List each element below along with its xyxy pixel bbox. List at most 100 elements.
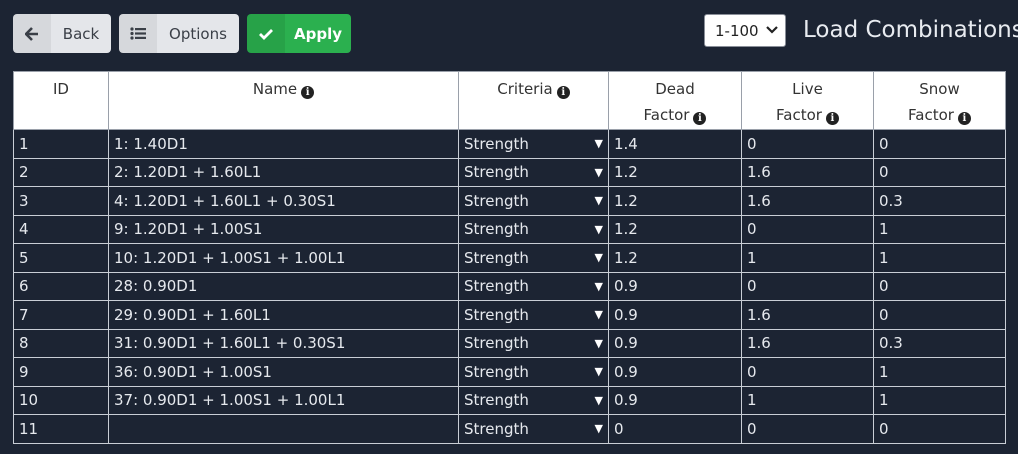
- criteria-select[interactable]: Strength ▼: [458, 186, 609, 216]
- column-header-snow-factor[interactable]: Snow Factor i: [873, 71, 1006, 130]
- cell-id[interactable]: 7: [13, 300, 109, 330]
- criteria-select-value: Strength: [464, 191, 529, 210]
- cell-snow-factor[interactable]: 1: [873, 385, 1006, 415]
- cell-name[interactable]: 2: 1.20D1 + 1.60L1: [108, 157, 459, 187]
- cell-snow-factor[interactable]: 1: [873, 214, 1006, 244]
- column-header-criteria[interactable]: Criteria i: [458, 71, 609, 130]
- info-icon[interactable]: i: [693, 112, 707, 125]
- criteria-select[interactable]: Strength ▼: [458, 385, 609, 415]
- cell-name[interactable]: 10: 1.20D1 + 1.00S1 + 1.00L1: [108, 243, 459, 273]
- column-header-id[interactable]: ID: [13, 71, 109, 130]
- cell-id[interactable]: 3: [13, 186, 109, 216]
- cell-dead-factor[interactable]: 1.2: [608, 243, 742, 273]
- cell-id[interactable]: 6: [13, 271, 109, 301]
- criteria-select-value: Strength: [464, 277, 529, 296]
- cell-live-factor[interactable]: 1.6: [741, 186, 874, 216]
- cell-snow-factor[interactable]: 0: [873, 129, 1006, 159]
- cell-name[interactable]: 9: 1.20D1 + 1.00S1: [108, 214, 459, 244]
- criteria-select[interactable]: Strength ▼: [458, 157, 609, 187]
- cell-dead-factor[interactable]: 0.9: [608, 385, 742, 415]
- cell-name[interactable]: 29: 0.90D1 + 1.60L1: [108, 300, 459, 330]
- table-row: 2 2: 1.20D1 + 1.60L1 Strength ▼ 1.2 1.6 0: [13, 157, 1006, 187]
- cell-name[interactable]: 36: 0.90D1 + 1.00S1: [108, 357, 459, 387]
- cell-name[interactable]: 4: 1.20D1 + 1.60L1 + 0.30S1: [108, 186, 459, 216]
- cell-snow-factor[interactable]: 0.3: [873, 186, 1006, 216]
- info-icon[interactable]: i: [957, 112, 971, 125]
- column-header-dead-factor[interactable]: Dead Factor i: [608, 71, 742, 130]
- cell-dead-factor[interactable]: 0.9: [608, 300, 742, 330]
- cell-live-factor[interactable]: 0: [741, 357, 874, 387]
- cell-name[interactable]: 1: 1.40D1: [108, 129, 459, 159]
- triangle-down-icon: ▼: [594, 137, 603, 151]
- cell-dead-factor[interactable]: 0.9: [608, 271, 742, 301]
- table-row: 8 31: 0.90D1 + 1.60L1 + 0.30S1 Strength ▼ 0.…: [13, 328, 1006, 358]
- cell-dead-factor[interactable]: 0.9: [608, 328, 742, 358]
- info-icon[interactable]: i: [825, 112, 839, 125]
- cell-snow-factor[interactable]: 0: [873, 414, 1006, 444]
- column-header-name[interactable]: Name i: [108, 71, 459, 130]
- cell-snow-factor[interactable]: 1: [873, 243, 1006, 273]
- criteria-select-value: Strength: [464, 163, 529, 182]
- criteria-select[interactable]: Strength ▼: [458, 357, 609, 387]
- cell-dead-factor[interactable]: 1.2: [608, 214, 742, 244]
- cell-id[interactable]: 8: [13, 328, 109, 358]
- cell-name[interactable]: [108, 414, 459, 444]
- cell-live-factor[interactable]: 0: [741, 129, 874, 159]
- cell-live-factor[interactable]: 1.6: [741, 300, 874, 330]
- cell-name[interactable]: 37: 0.90D1 + 1.00S1 + 1.00L1: [108, 385, 459, 415]
- cell-live-factor[interactable]: 1: [741, 385, 874, 415]
- criteria-select[interactable]: Strength ▼: [458, 414, 609, 444]
- table-row: 3 4: 1.20D1 + 1.60L1 + 0.30S1 Strength ▼ 1.2…: [13, 186, 1006, 216]
- column-header-id-label: ID: [53, 80, 69, 98]
- cell-snow-factor[interactable]: 0: [873, 157, 1006, 187]
- cell-id[interactable]: 10: [13, 385, 109, 415]
- criteria-select[interactable]: Strength ▼: [458, 328, 609, 358]
- cell-dead-factor[interactable]: 1.2: [608, 157, 742, 187]
- apply-button[interactable]: Apply: [247, 14, 351, 53]
- criteria-select-value: Strength: [464, 134, 529, 153]
- cell-dead-factor[interactable]: 0.9: [608, 357, 742, 387]
- cell-id[interactable]: 11: [13, 414, 109, 444]
- range-select[interactable]: 1-100: [704, 14, 786, 47]
- back-button[interactable]: Back: [13, 14, 111, 53]
- criteria-select-value: Strength: [464, 248, 529, 267]
- cell-live-factor[interactable]: 1.6: [741, 157, 874, 187]
- cell-snow-factor[interactable]: 0.3: [873, 328, 1006, 358]
- criteria-select[interactable]: Strength ▼: [458, 271, 609, 301]
- cell-snow-factor[interactable]: 0: [873, 300, 1006, 330]
- cell-id[interactable]: 5: [13, 243, 109, 273]
- cell-live-factor[interactable]: 0: [741, 271, 874, 301]
- triangle-down-icon: ▼: [594, 222, 603, 236]
- cell-snow-factor[interactable]: 1: [873, 357, 1006, 387]
- cell-live-factor[interactable]: 1: [741, 243, 874, 273]
- criteria-select-wrap: Strength ▼: [464, 220, 603, 238]
- criteria-select-value: Strength: [464, 305, 529, 324]
- column-header-dead-label: Dead: [655, 80, 695, 98]
- cell-name[interactable]: 31: 0.90D1 + 1.60L1 + 0.30S1: [108, 328, 459, 358]
- cell-live-factor[interactable]: 0: [741, 414, 874, 444]
- cell-live-factor[interactable]: 1.6: [741, 328, 874, 358]
- criteria-select[interactable]: Strength ▼: [458, 243, 609, 273]
- column-header-live-label: Live: [792, 80, 823, 98]
- options-button[interactable]: Options: [119, 14, 239, 53]
- cell-id[interactable]: 2: [13, 157, 109, 187]
- cell-id[interactable]: 9: [13, 357, 109, 387]
- cell-dead-factor[interactable]: 1.4: [608, 129, 742, 159]
- cell-id[interactable]: 1: [13, 129, 109, 159]
- triangle-down-icon: ▼: [594, 251, 603, 265]
- cell-snow-factor[interactable]: 0: [873, 271, 1006, 301]
- cell-name[interactable]: 28: 0.90D1: [108, 271, 459, 301]
- criteria-select[interactable]: Strength ▼: [458, 300, 609, 330]
- info-icon[interactable]: i: [556, 86, 570, 99]
- apply-button-label: Apply: [293, 24, 342, 43]
- criteria-select[interactable]: Strength ▼: [458, 129, 609, 159]
- cell-dead-factor[interactable]: 1.2: [608, 186, 742, 216]
- cell-dead-factor[interactable]: 0: [608, 414, 742, 444]
- criteria-select[interactable]: Strength ▼: [458, 214, 609, 244]
- column-header-live-factor[interactable]: Live Factor i: [741, 71, 874, 130]
- load-combinations-table: ID Name i Criteria i Dead Factor i Live Fac…: [13, 71, 1006, 444]
- column-header-name-label: Name: [252, 80, 298, 98]
- info-icon[interactable]: i: [301, 86, 315, 99]
- cell-live-factor[interactable]: 0: [741, 214, 874, 244]
- cell-id[interactable]: 4: [13, 214, 109, 244]
